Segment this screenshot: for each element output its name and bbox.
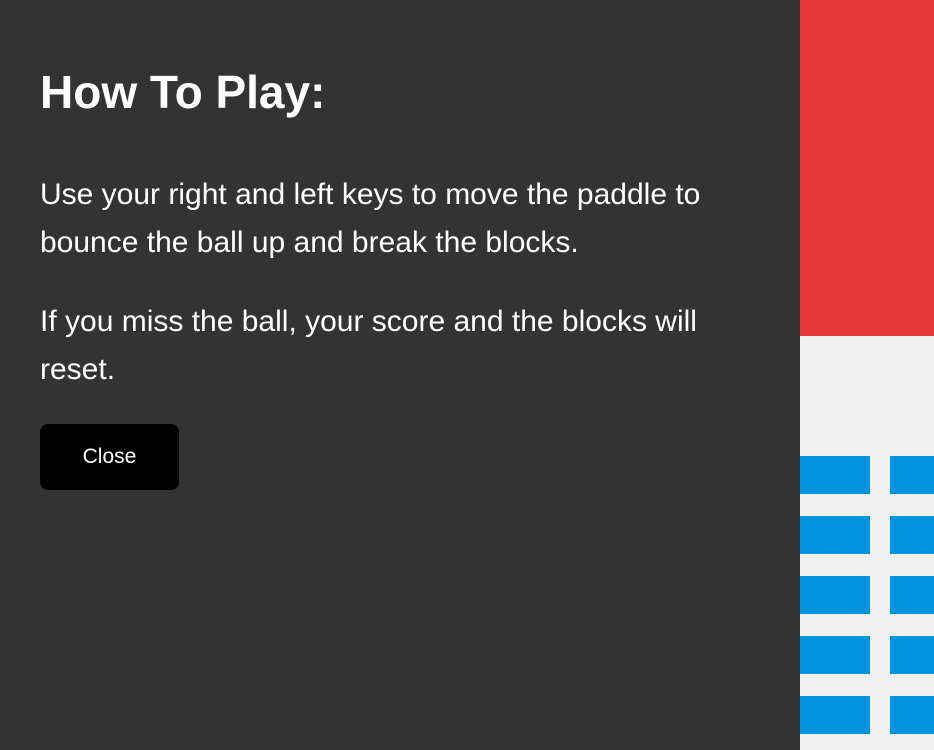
close-button[interactable]: Close xyxy=(40,424,179,490)
brick xyxy=(890,576,934,614)
rules-title: How To Play: xyxy=(40,66,326,118)
brick xyxy=(800,456,870,494)
brick xyxy=(800,636,870,674)
brick xyxy=(890,636,934,674)
brick xyxy=(890,516,934,554)
rules-panel: How To Play: Use your right and left key… xyxy=(0,0,800,750)
rules-paragraph-controls: Use your right and left keys to move the… xyxy=(40,178,701,259)
brick xyxy=(890,456,934,494)
brick xyxy=(800,516,870,554)
rules-paragraph-reset: If you miss the ball, your score and the… xyxy=(40,305,697,386)
brick xyxy=(890,696,934,734)
brick xyxy=(800,576,870,614)
brick xyxy=(800,696,870,734)
